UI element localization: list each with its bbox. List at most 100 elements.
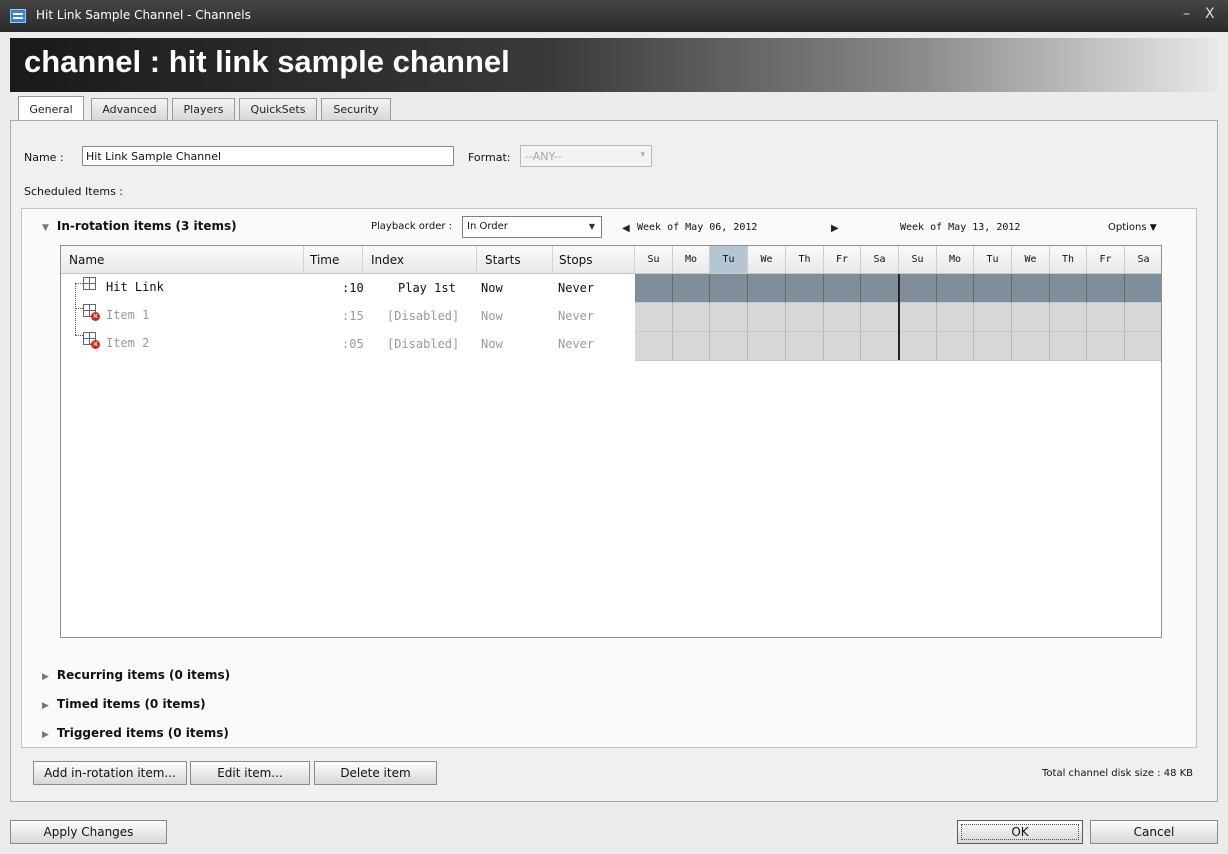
column-header-index[interactable]: Index <box>363 246 477 274</box>
app-icon <box>10 9 26 23</box>
schedule-day-cell[interactable] <box>974 303 1012 332</box>
schedule-day-cell[interactable] <box>710 332 748 361</box>
edit-item-button[interactable]: Edit item... <box>190 761 310 785</box>
column-header-time[interactable]: Time <box>304 246 363 274</box>
schedule-day-cell[interactable] <box>673 332 710 361</box>
playback-order-value: In Order <box>467 221 508 232</box>
schedule-day-cell[interactable] <box>635 332 673 361</box>
schedule-day-cell[interactable] <box>937 274 974 303</box>
schedule-day-cell[interactable] <box>1012 303 1050 332</box>
column-header-starts[interactable]: Starts <box>477 246 553 274</box>
scheduled-items-label: Scheduled Items : <box>24 185 123 198</box>
add-in-rotation-item-button[interactable]: Add in-rotation item... <box>33 761 187 785</box>
playback-order-label: Playback order : <box>371 221 453 232</box>
format-select: --ANY-- ▾ <box>520 145 652 167</box>
ok-button[interactable]: OK <box>957 820 1083 844</box>
triggered-section-header[interactable]: ▶ Triggered items (0 items) <box>42 726 229 740</box>
schedule-day-cell[interactable] <box>786 303 824 332</box>
schedule-day-cell[interactable] <box>786 332 824 361</box>
schedule-day-cell[interactable] <box>748 332 786 361</box>
day-header: We <box>1012 246 1050 274</box>
schedule-day-cell[interactable] <box>824 274 861 303</box>
schedule-day-cell[interactable] <box>710 274 748 303</box>
disabled-badge-icon: × <box>91 312 100 321</box>
schedule-day-cell[interactable] <box>635 303 673 332</box>
tree-connector <box>75 335 83 336</box>
schedule-day-cell[interactable] <box>899 303 937 332</box>
schedule-day-cell[interactable] <box>710 303 748 332</box>
day-header: We <box>748 246 786 274</box>
close-button[interactable]: X <box>1205 6 1215 22</box>
day-header: Tu <box>710 246 748 274</box>
schedule-day-cell[interactable] <box>937 303 974 332</box>
disk-size-label: Total channel disk size : 48 KB <box>1042 768 1194 779</box>
schedule-day-cell[interactable] <box>748 303 786 332</box>
schedule-day-cell[interactable] <box>635 274 673 303</box>
schedule-day-cell[interactable] <box>1050 303 1087 332</box>
tab-players[interactable]: Players <box>172 98 235 120</box>
window-title: Hit Link Sample Channel - Channels <box>36 8 251 22</box>
options-menu[interactable]: Options ▼ <box>1108 222 1157 233</box>
delete-item-button[interactable]: Delete item <box>314 761 437 785</box>
schedule-day-cell[interactable] <box>673 303 710 332</box>
day-header: Fr <box>824 246 861 274</box>
tab-general[interactable]: General <box>18 96 84 120</box>
day-header: Sa <box>861 246 899 274</box>
cancel-button[interactable]: Cancel <box>1090 820 1218 844</box>
schedule-day-cell[interactable] <box>786 274 824 303</box>
options-label: Options <box>1108 222 1147 233</box>
day-header: Th <box>1050 246 1087 274</box>
schedule-day-cell[interactable] <box>861 332 899 361</box>
schedule-day-cell[interactable] <box>673 274 710 303</box>
schedule-day-cell[interactable] <box>899 274 937 303</box>
disabled-badge-icon: × <box>91 340 100 349</box>
recurring-section-header[interactable]: ▶ Recurring items (0 items) <box>42 668 230 682</box>
schedule-day-cell[interactable] <box>748 274 786 303</box>
tab-quicksets[interactable]: QuickSets <box>239 98 317 120</box>
row-index: [Disabled] <box>387 309 460 323</box>
row-stops: Never <box>558 281 595 295</box>
schedule-day-cell[interactable] <box>974 274 1012 303</box>
playback-order-select[interactable]: In Order ▼ <box>462 216 602 238</box>
week-divider <box>898 274 900 360</box>
schedule-day-cell[interactable] <box>1125 274 1161 303</box>
week-label-1: Week of May 06, 2012 <box>637 222 758 233</box>
day-header: Mo <box>937 246 974 274</box>
schedule-day-cell[interactable] <box>824 332 861 361</box>
next-week-arrow-icon[interactable]: ▶ <box>831 223 839 234</box>
schedule-day-cell[interactable] <box>1087 274 1125 303</box>
schedule-day-cell[interactable] <box>1050 274 1087 303</box>
row-starts: Now <box>481 281 503 295</box>
schedule-day-cell[interactable] <box>899 332 937 361</box>
previous-week-arrow-icon[interactable]: ◀ <box>622 223 630 234</box>
column-header-stops[interactable]: Stops <box>553 246 635 274</box>
in-rotation-title: In-rotation items (3 items) <box>56 219 237 233</box>
name-field[interactable]: Hit Link Sample Channel <box>82 146 454 166</box>
page-title: channel : hit link sample channel <box>24 44 510 79</box>
timed-section-header[interactable]: ▶ Timed items (0 items) <box>42 697 206 711</box>
tab-security[interactable]: Security <box>321 98 391 120</box>
schedule-day-cell[interactable] <box>861 274 899 303</box>
schedule-day-cell[interactable] <box>1012 332 1050 361</box>
schedule-day-cell[interactable] <box>1087 303 1125 332</box>
schedule-day-cell[interactable] <box>1012 274 1050 303</box>
schedule-day-cell[interactable] <box>861 303 899 332</box>
schedule-day-cell[interactable] <box>1050 332 1087 361</box>
schedule-day-cell[interactable] <box>1125 332 1161 361</box>
tab-advanced[interactable]: Advanced <box>91 98 168 120</box>
column-header-name[interactable]: Name <box>61 246 304 274</box>
schedule-day-cell[interactable] <box>1087 332 1125 361</box>
recurring-title: Recurring items (0 items) <box>56 668 231 682</box>
in-rotation-section-header[interactable]: ▼ In-rotation items (3 items) <box>42 219 237 233</box>
collapse-triangle-icon: ▼ <box>42 223 49 233</box>
tree-connector <box>75 283 83 284</box>
schedule-day-cell[interactable] <box>1125 303 1161 332</box>
in-rotation-grid[interactable]: Name Time Index Starts Stops Su Mo Tu We Th F… <box>60 245 1162 638</box>
triggered-title: Triggered items (0 items) <box>56 726 229 740</box>
apply-changes-button[interactable]: Apply Changes <box>10 820 167 844</box>
minimize-button[interactable]: – <box>1183 6 1190 22</box>
format-label: Format: <box>468 151 511 164</box>
schedule-day-cell[interactable] <box>974 332 1012 361</box>
schedule-day-cell[interactable] <box>937 332 974 361</box>
schedule-day-cell[interactable] <box>824 303 861 332</box>
